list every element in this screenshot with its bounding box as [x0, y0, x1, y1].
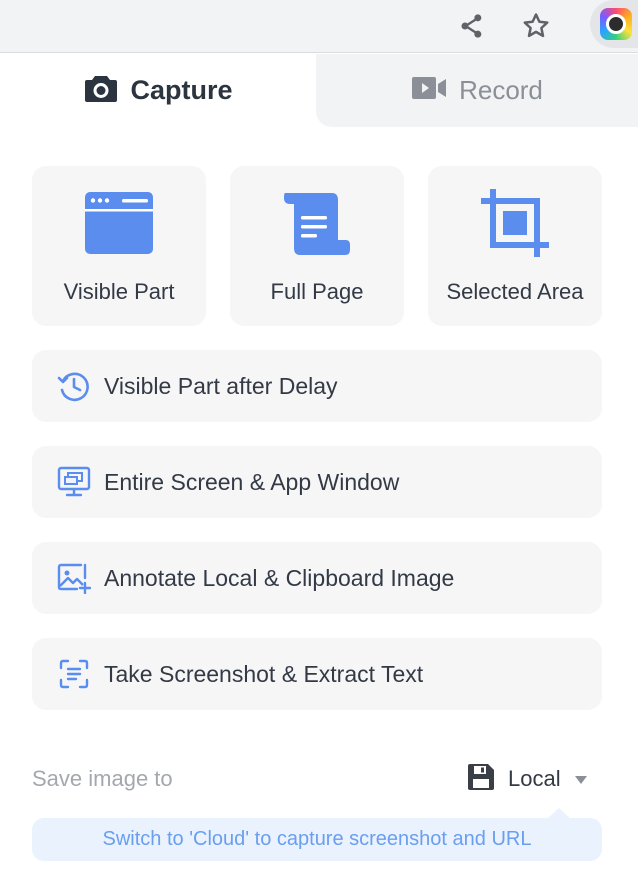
extension-icon	[600, 8, 632, 40]
selected-area-button[interactable]: Selected Area	[428, 166, 602, 326]
share-icon[interactable]	[454, 8, 490, 44]
crop-icon	[479, 187, 551, 264]
full-page-label: Full Page	[270, 279, 364, 304]
scroll-page-icon	[282, 190, 352, 261]
visible-part-button[interactable]: Visible Part	[32, 166, 206, 326]
entire-screen-label: Entire Screen & App Window	[104, 468, 400, 495]
visible-part-after-delay-label: Visible Part after Delay	[104, 372, 338, 399]
floppy-disk-icon	[466, 762, 496, 797]
browser-window-icon	[84, 191, 154, 260]
text-scan-icon	[54, 658, 94, 690]
save-location-select[interactable]: Local	[466, 762, 587, 796]
selected-area-label: Selected Area	[446, 279, 584, 304]
tab-record-label: Record	[459, 75, 543, 105]
camera-icon	[84, 73, 118, 108]
annotate-image-label: Annotate Local & Clipboard Image	[104, 564, 455, 591]
tab-capture-label: Capture	[130, 75, 233, 105]
extract-text-label: Take Screenshot & Extract Text	[104, 660, 424, 687]
extension-button[interactable]	[590, 0, 638, 48]
switch-to-cloud-hint[interactable]: Switch to 'Cloud' to capture screenshot …	[32, 818, 602, 861]
delay-timer-icon	[54, 369, 94, 403]
visible-part-label: Visible Part	[63, 279, 175, 304]
image-add-icon	[54, 562, 94, 594]
entire-screen-button[interactable]: Entire Screen & App Window	[32, 446, 602, 518]
visible-part-after-delay-button[interactable]: Visible Part after Delay	[32, 350, 602, 422]
browser-toolbar	[0, 0, 638, 53]
tab-capture[interactable]: Capture	[0, 54, 317, 127]
bookmark-star-icon[interactable]	[518, 8, 554, 44]
chevron-down-icon	[574, 776, 587, 784]
extract-text-button[interactable]: Take Screenshot & Extract Text	[32, 638, 602, 710]
full-page-button[interactable]: Full Page	[230, 166, 404, 326]
annotate-image-button[interactable]: Annotate Local & Clipboard Image	[32, 542, 602, 614]
save-image-label: Save image to	[32, 766, 173, 791]
video-camera-icon	[411, 75, 447, 106]
desktop-windows-icon	[54, 466, 94, 498]
save-location-value: Local	[508, 766, 561, 791]
tab-record[interactable]: Record	[316, 54, 638, 127]
